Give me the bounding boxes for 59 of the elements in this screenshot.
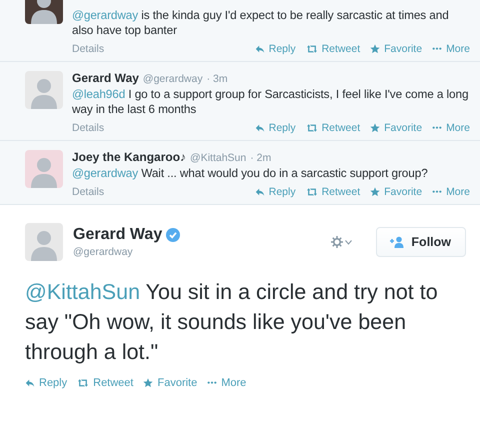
favorite-link[interactable]: Favorite bbox=[143, 377, 198, 389]
favorite-link[interactable]: Favorite bbox=[370, 122, 422, 134]
retweet-link[interactable]: Retweet bbox=[306, 186, 360, 198]
tweet-text: @KittahSun You sit in a circle and try not to say "Oh wow, it sounds like you've been through a lot." bbox=[25, 279, 439, 366]
tweet-text: @gerardway Wait ... what would you do in a sarcastic support group? bbox=[72, 166, 429, 181]
retweet-icon bbox=[77, 378, 90, 388]
retweet-link[interactable]: Retweet bbox=[77, 377, 134, 389]
add-user-icon bbox=[389, 236, 406, 248]
more-icon bbox=[207, 381, 218, 385]
reply-icon bbox=[254, 123, 265, 133]
more-link[interactable]: More bbox=[207, 377, 246, 389]
user-name[interactable]: Joey the Kangaroo♪ bbox=[72, 150, 186, 164]
more-link[interactable]: More bbox=[432, 186, 470, 198]
reply-link[interactable]: Reply bbox=[254, 43, 296, 55]
more-link[interactable]: More bbox=[432, 43, 470, 55]
reply-link[interactable]: Reply bbox=[254, 122, 296, 134]
more-icon bbox=[432, 47, 442, 51]
reply-icon bbox=[254, 44, 265, 54]
tweet-time: · 2m bbox=[250, 152, 272, 164]
star-icon bbox=[143, 378, 154, 388]
reply-icon bbox=[254, 187, 265, 197]
more-link[interactable]: More bbox=[432, 122, 470, 134]
user-handle: @gerardway bbox=[73, 246, 134, 258]
mention-link[interactable]: @KittahSun bbox=[25, 280, 140, 304]
settings-button[interactable] bbox=[331, 236, 352, 248]
settings-icon bbox=[331, 236, 344, 248]
user-name[interactable]: Gerard Way bbox=[73, 226, 162, 244]
caret-icon bbox=[345, 240, 352, 244]
star-icon bbox=[370, 123, 380, 133]
avatar bbox=[25, 71, 63, 109]
avatar bbox=[25, 223, 63, 261]
mention-link[interactable]: @gerardway bbox=[72, 166, 138, 180]
tweet-text: @gerardway is the kinda guy I'd expect to be really sarcastic at times and also have top banter bbox=[72, 8, 450, 38]
favorite-link[interactable]: Favorite bbox=[370, 43, 422, 55]
retweet-link[interactable]: Retweet bbox=[306, 43, 360, 55]
reply-icon bbox=[25, 378, 35, 388]
avatar bbox=[25, 150, 63, 188]
follow-button[interactable]: Follow bbox=[376, 227, 466, 257]
star-icon bbox=[370, 187, 380, 197]
retweet-icon bbox=[306, 44, 318, 54]
details-link[interactable]: Details bbox=[72, 43, 104, 55]
tweet-text: @leah96d I go to a support group for Sarcasticists, I feel like I've come a long way in the last 6 months bbox=[72, 87, 470, 117]
more-icon bbox=[432, 126, 442, 130]
details-link[interactable]: Details bbox=[72, 122, 104, 134]
reply-link[interactable]: Reply bbox=[25, 377, 68, 389]
retweet-link[interactable]: Retweet bbox=[306, 122, 360, 134]
details-link[interactable]: Details bbox=[72, 186, 104, 198]
user-name[interactable]: Gerard Way bbox=[72, 71, 139, 85]
retweet-icon bbox=[306, 123, 318, 133]
favorite-link[interactable]: Favorite bbox=[370, 186, 422, 198]
mention-link[interactable]: @leah96d bbox=[72, 87, 126, 101]
more-icon bbox=[432, 190, 442, 194]
reply-link[interactable]: Reply bbox=[254, 186, 296, 198]
star-icon bbox=[370, 44, 380, 54]
user-handle: @KittahSun bbox=[190, 152, 246, 164]
user-handle: @gerardway bbox=[142, 73, 203, 85]
tweet-time: · 3m bbox=[206, 73, 228, 85]
mention-link[interactable]: @gerardway bbox=[72, 8, 138, 22]
retweet-icon bbox=[306, 187, 318, 197]
